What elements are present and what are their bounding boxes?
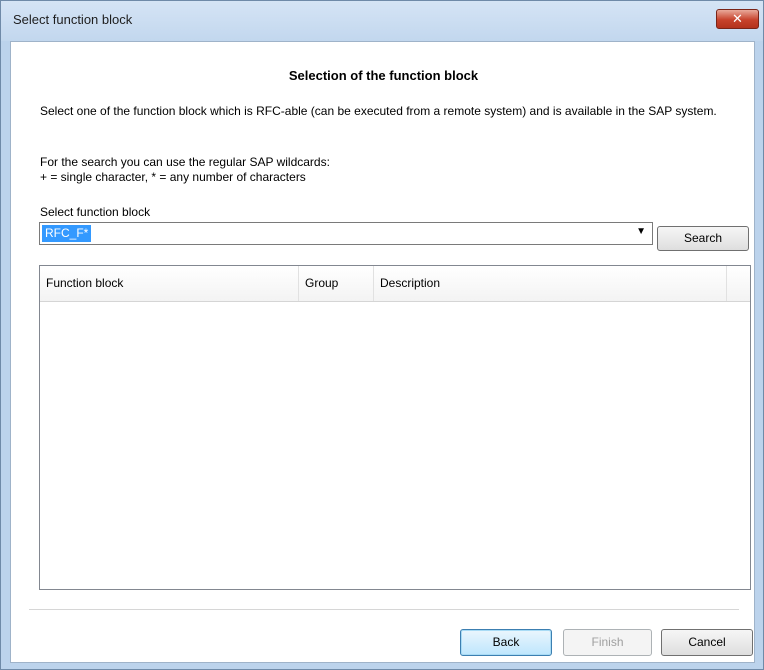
dialog-content: Selection of the function block Select o… [10,41,755,663]
wildcard-hint: For the search you can use the regular S… [40,155,740,185]
function-block-combobox[interactable]: RFC_F* ▼ [39,222,653,245]
footer-divider [29,609,739,610]
table-header: Function block Group Description [40,266,750,302]
search-button[interactable]: Search [657,226,749,251]
column-header-filler [727,266,750,301]
page-heading: Selection of the function block [288,68,479,83]
description-text: Select one of the function block which i… [40,104,717,118]
cancel-button[interactable]: Cancel [661,629,753,656]
back-button[interactable]: Back [460,629,552,656]
wildcard-hint-line1: For the search you can use the regular S… [40,155,330,169]
title-bar: Select function block ✕ [1,1,763,41]
column-header-group[interactable]: Group [299,266,374,301]
column-header-function-block[interactable]: Function block [40,266,299,301]
chevron-down-icon[interactable]: ▼ [636,226,646,237]
close-icon: ✕ [732,11,743,26]
finish-button: Finish [563,629,652,656]
function-block-input[interactable]: RFC_F* [42,225,92,242]
column-header-description[interactable]: Description [374,266,727,301]
function-block-label: Select function block [40,205,151,219]
dialog-window: Select function block ✕ Selection of the… [0,0,764,670]
window-title: Select function block [13,12,133,27]
function-block-table[interactable]: Function block Group Description [39,265,751,590]
close-button[interactable]: ✕ [716,9,759,29]
wildcard-hint-line2: + = single character, * = any number of … [40,170,306,184]
